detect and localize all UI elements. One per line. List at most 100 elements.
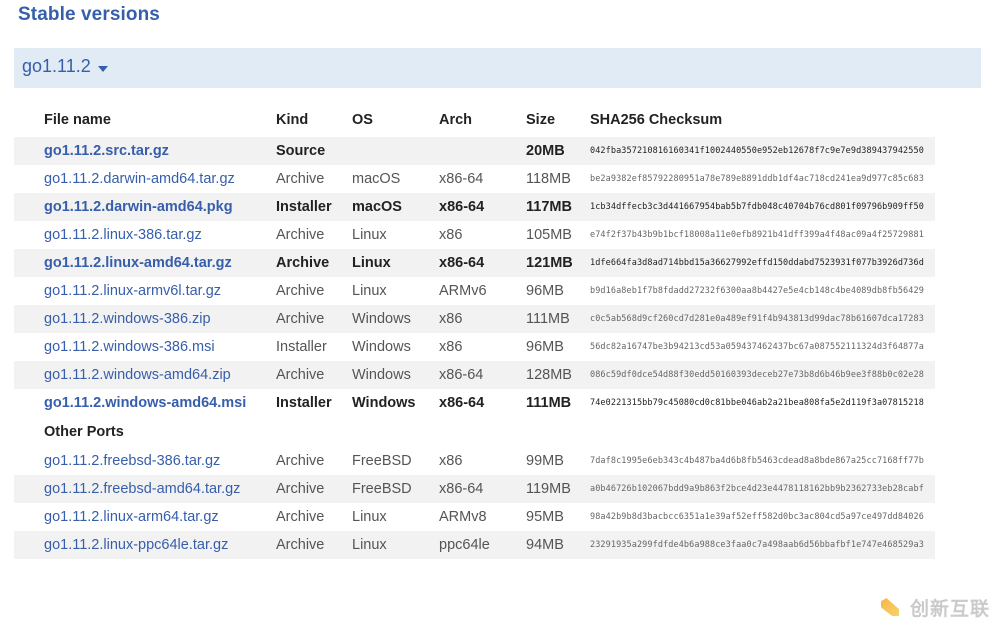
cell-filename: go1.11.2.linux-arm64.tar.gz bbox=[14, 503, 270, 531]
download-link[interactable]: go1.11.2.freebsd-amd64.tar.gz bbox=[44, 481, 240, 497]
cell-arch: x86 bbox=[433, 221, 520, 249]
cell-filename: go1.11.2.linux-386.tar.gz bbox=[14, 221, 270, 249]
cell-arch: x86-64 bbox=[433, 475, 520, 503]
download-link[interactable]: go1.11.2.linux-armv6l.tar.gz bbox=[44, 283, 221, 299]
cell-arch: ARMv8 bbox=[433, 503, 520, 531]
download-link[interactable]: go1.11.2.windows-amd64.msi bbox=[44, 395, 246, 411]
cell-os: Linux bbox=[346, 277, 433, 305]
cell-kind: Archive bbox=[270, 475, 346, 503]
cell-filename: go1.11.2.linux-amd64.tar.gz bbox=[14, 249, 270, 277]
creative-link-logo-icon bbox=[875, 592, 905, 622]
cell-arch: ppc64le bbox=[433, 531, 520, 559]
table-header: File name Kind OS Arch Size SHA256 Check… bbox=[14, 108, 935, 137]
version-toggle[interactable]: go1.11.2 bbox=[22, 56, 108, 77]
cell-filename: go1.11.2.darwin-amd64.tar.gz bbox=[14, 165, 270, 193]
cell-kind: Installer bbox=[270, 193, 346, 221]
cell-filename: go1.11.2.darwin-amd64.pkg bbox=[14, 193, 270, 221]
cell-os: Linux bbox=[346, 503, 433, 531]
version-selector-bar: go1.11.2 bbox=[14, 48, 981, 88]
cell-kind: Archive bbox=[270, 165, 346, 193]
table-section-row: Other Ports bbox=[14, 417, 935, 447]
cell-arch: x86-64 bbox=[433, 193, 520, 221]
cell-kind: Archive bbox=[270, 249, 346, 277]
cell-arch: x86-64 bbox=[433, 165, 520, 193]
watermark-text: 创新互联 bbox=[910, 594, 990, 621]
table-row: go1.11.2.linux-386.tar.gzArchiveLinuxx86… bbox=[14, 221, 935, 249]
download-link[interactable]: go1.11.2.linux-amd64.tar.gz bbox=[44, 255, 232, 271]
table-row: go1.11.2.linux-armv6l.tar.gz ArchiveLinux… bbox=[14, 277, 935, 305]
cell-kind: Archive bbox=[270, 447, 346, 475]
table-body: go1.11.2.src.tar.gzSource20MB042fba35721… bbox=[14, 137, 935, 559]
cell-checksum: c0c5ab568d9cf260cd7d281e0a489ef91f4b9438… bbox=[584, 305, 935, 333]
cell-filename: go1.11.2.freebsd-amd64.tar.gz bbox=[14, 475, 270, 503]
cell-checksum: a0b46726b102067bdd9a9b863f2bce4d23e44781… bbox=[584, 475, 935, 503]
download-link[interactable]: go1.11.2.darwin-amd64.pkg bbox=[44, 199, 233, 215]
cell-size: 111MB bbox=[520, 389, 584, 417]
cell-size: 128MB bbox=[520, 361, 584, 389]
cell-kind: Archive bbox=[270, 305, 346, 333]
cell-os: Windows bbox=[346, 361, 433, 389]
cell-checksum: 7daf8c1995e6eb343c4b487ba4d6b8fb5463cdea… bbox=[584, 447, 935, 475]
cell-os: Windows bbox=[346, 305, 433, 333]
download-link[interactable]: go1.11.2.windows-386.msi bbox=[44, 339, 215, 355]
download-link[interactable]: go1.11.2.freebsd-386.tar.gz bbox=[44, 453, 220, 469]
table-row: go1.11.2.windows-386.msi InstallerWindows… bbox=[14, 333, 935, 361]
cell-size: 95MB bbox=[520, 503, 584, 531]
download-link[interactable]: go1.11.2.windows-amd64.zip bbox=[44, 367, 231, 383]
table-row: go1.11.2.windows-386.zipArchiveWindowsx8… bbox=[14, 305, 935, 333]
cell-os: Linux bbox=[346, 221, 433, 249]
cell-size: 105MB bbox=[520, 221, 584, 249]
table-row: go1.11.2.windows-amd64.msiInstallerWindo… bbox=[14, 389, 935, 417]
cell-size: 121MB bbox=[520, 249, 584, 277]
download-link[interactable]: go1.11.2.linux-ppc64le.tar.gz bbox=[44, 537, 228, 553]
table-row: go1.11.2.src.tar.gzSource20MB042fba35721… bbox=[14, 137, 935, 165]
cell-checksum: 23291935a299fdfde4b6a988ce3faa0c7a498aab… bbox=[584, 531, 935, 559]
download-link[interactable]: go1.11.2.linux-386.tar.gz bbox=[44, 227, 202, 243]
cell-checksum: 74e0221315bb79c45080cd0c81bbe046ab2a21be… bbox=[584, 389, 935, 417]
table-row: go1.11.2.freebsd-386.tar.gz ArchiveFreeBS… bbox=[14, 447, 935, 475]
table-row: go1.11.2.windows-amd64.zipArchiveWindows… bbox=[14, 361, 935, 389]
cell-arch: x86 bbox=[433, 447, 520, 475]
cell-arch: x86-64 bbox=[433, 249, 520, 277]
cell-kind: Archive bbox=[270, 531, 346, 559]
cell-os: FreeBSD bbox=[346, 447, 433, 475]
cell-checksum: 1cb34dffecb3c3d441667954bab5b7fdb048c407… bbox=[584, 193, 935, 221]
table-row: go1.11.2.freebsd-amd64.tar.gzArchiveFree… bbox=[14, 475, 935, 503]
cell-size: 117MB bbox=[520, 193, 584, 221]
table-row: go1.11.2.darwin-amd64.pkg InstallermacOSx… bbox=[14, 193, 935, 221]
cell-checksum: 042fba357210816160341f1002440550e952eb12… bbox=[584, 137, 935, 165]
cell-filename: go1.11.2.freebsd-386.tar.gz bbox=[14, 447, 270, 475]
downloads-table: File name Kind OS Arch Size SHA256 Check… bbox=[14, 108, 935, 559]
cell-os bbox=[346, 137, 433, 165]
page-title: Stable versions bbox=[18, 4, 160, 26]
cell-size: 96MB bbox=[520, 333, 584, 361]
table-row: go1.11.2.darwin-amd64.tar.gzArchivemacOS… bbox=[14, 165, 935, 193]
cell-kind: Installer bbox=[270, 333, 346, 361]
cell-size: 119MB bbox=[520, 475, 584, 503]
cell-size: 99MB bbox=[520, 447, 584, 475]
download-link[interactable]: go1.11.2.darwin-amd64.tar.gz bbox=[44, 171, 235, 187]
cell-arch bbox=[433, 137, 520, 165]
cell-filename: go1.11.2.windows-386.zip bbox=[14, 305, 270, 333]
column-header-checksum: SHA256 Checksum bbox=[584, 108, 935, 137]
cell-os: macOS bbox=[346, 193, 433, 221]
cell-os: Windows bbox=[346, 333, 433, 361]
download-link[interactable]: go1.11.2.windows-386.zip bbox=[44, 311, 211, 327]
table-row: go1.11.2.linux-amd64.tar.gzArchiveLinuxx… bbox=[14, 249, 935, 277]
cell-size: 118MB bbox=[520, 165, 584, 193]
cell-kind: Installer bbox=[270, 389, 346, 417]
cell-size: 94MB bbox=[520, 531, 584, 559]
download-link[interactable]: go1.11.2.src.tar.gz bbox=[44, 143, 169, 159]
cell-size: 20MB bbox=[520, 137, 584, 165]
cell-kind: Archive bbox=[270, 277, 346, 305]
column-header-filename: File name bbox=[14, 108, 270, 137]
cell-arch: x86-64 bbox=[433, 389, 520, 417]
download-link[interactable]: go1.11.2.linux-arm64.tar.gz bbox=[44, 509, 219, 525]
cell-checksum: 086c59df0dce54d88f30edd50160393deceb27e7… bbox=[584, 361, 935, 389]
column-header-kind: Kind bbox=[270, 108, 346, 137]
cell-size: 111MB bbox=[520, 305, 584, 333]
cell-checksum: 98a42b9b8d3bacbcc6351a1e39af52eff582d0bc… bbox=[584, 503, 935, 531]
cell-checksum: e74f2f37b43b9b1bcf18008a11e0efb8921b41df… bbox=[584, 221, 935, 249]
cell-arch: x86 bbox=[433, 333, 520, 361]
cell-checksum: be2a9382ef85792280951a78e789e8891ddb1df4… bbox=[584, 165, 935, 193]
